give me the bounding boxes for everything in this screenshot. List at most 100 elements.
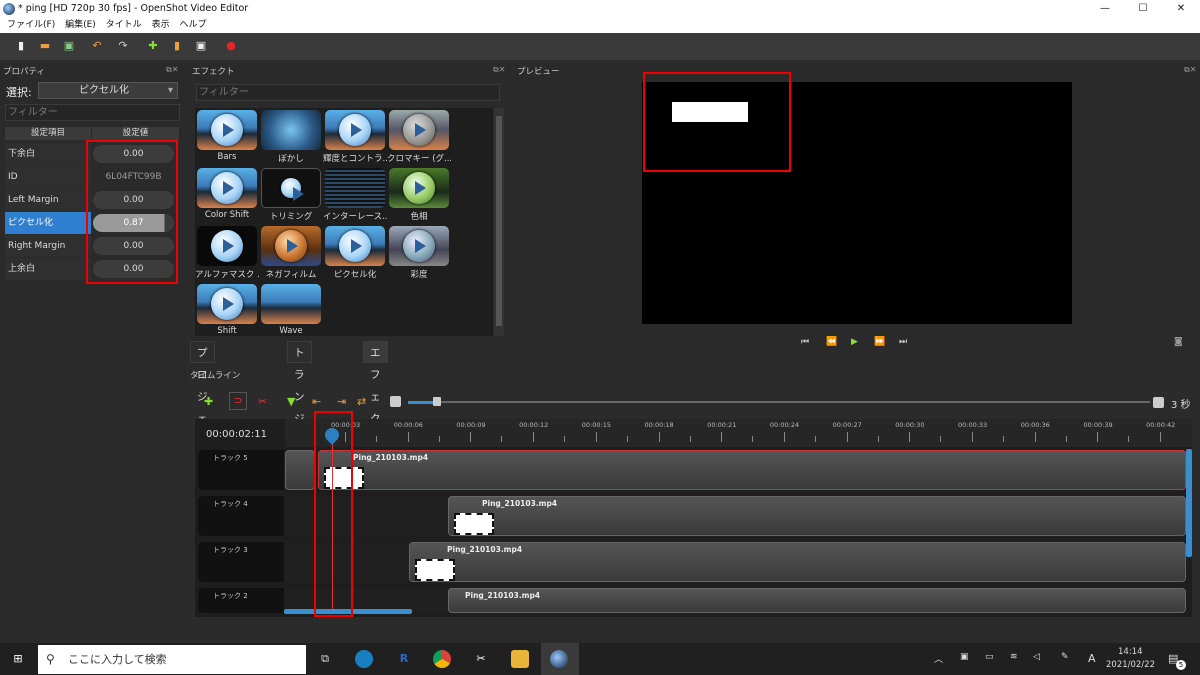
properties-filter-input[interactable]: フィルター [5,104,180,121]
prop-row-name[interactable]: 下余白 [5,143,91,165]
jump-end-button[interactable]: ⏭ [899,337,907,347]
center-timeline-icon[interactable]: ⇄ [357,395,366,408]
prop-row-name[interactable]: Right Margin [5,235,91,257]
effect-item[interactable]: Wave [259,282,321,336]
prop-row-name[interactable]: ID [5,166,91,188]
app-r-icon[interactable]: R [395,650,413,668]
undo-icon[interactable]: ↶ [90,39,104,53]
volume-icon[interactable]: ◁ [1033,652,1040,662]
effect-item[interactable]: アルファマスク ... [195,224,259,281]
tab-project-files[interactable]: プロジェクトファイル [190,341,215,557]
tab-transitions[interactable]: トランジション [287,341,312,491]
effect-item[interactable]: 彩度 [387,224,449,281]
ruler-tick-label: 00:00:30 [895,421,925,429]
redo-icon[interactable]: ↷ [116,39,130,53]
wifi-icon[interactable]: ≋ [1010,652,1018,662]
effects-filter-input[interactable]: フィルター [196,84,500,101]
snapping-icon[interactable]: ⊃ [229,392,247,410]
effect-item[interactable]: Color Shift [195,166,257,223]
menu-edit[interactable]: 編集(E) [65,18,96,33]
track-name: トラック 5 [213,454,248,462]
tab-effects[interactable]: エフェクト [363,341,388,447]
ruler-tick-label: 00:00:06 [393,421,423,429]
taskbar-search-input[interactable]: ここに入力して検索 [38,645,306,674]
menu-file[interactable]: ファイル(F) [7,18,55,33]
timeline-clip[interactable]: Ping_210103.mp4 [318,450,1186,490]
effect-item[interactable]: Shift [195,282,257,336]
effect-item[interactable]: ネガフィルム [259,224,321,281]
track-header[interactable]: トラック 2 [198,588,284,613]
import-files-icon[interactable]: ✚ [146,39,160,53]
camera-icon[interactable]: ◙ [1174,337,1183,347]
properties-dock-buttons[interactable]: ⧉✕ [166,65,178,75]
profile-icon[interactable]: ▮ [170,39,184,53]
effect-item[interactable]: インターレース... [323,166,387,223]
fast-forward-button[interactable]: ⏩ [874,337,885,347]
menu-title[interactable]: タイトル [106,18,142,33]
timeline-clip[interactable]: Ping_210103.mp4 [409,542,1186,582]
effect-item[interactable]: ピクセル化 [323,224,385,281]
effect-item[interactable]: クロマキー (グ... [387,108,451,165]
scroll-thumb[interactable] [496,116,502,326]
zoom-icon[interactable] [390,396,401,407]
current-time: 00:00:02:11 [206,429,268,440]
razor-icon[interactable]: ✂ [258,395,267,408]
effects-dock-buttons[interactable]: ⧉✕ [493,65,505,75]
track-header[interactable]: トラック 3 [198,542,284,582]
clock-date[interactable]: 2021/02/22 [1106,660,1155,670]
prop-row-name[interactable]: Left Margin [5,189,91,211]
open-project-icon[interactable]: ▬ [38,39,52,53]
play-button[interactable]: ▶ [851,337,858,347]
fullscreen-icon[interactable]: ▣ [194,39,208,53]
menu-help[interactable]: ヘルプ [179,18,206,33]
chrome-icon[interactable] [433,650,451,668]
track-header[interactable]: トラック 5 [198,450,284,490]
task-view-icon[interactable]: ⧉ [316,650,334,668]
clip-small[interactable] [285,450,315,490]
windows-start-icon[interactable]: ⊞ [9,650,27,668]
zoom-checkbox[interactable] [1153,397,1164,408]
effect-item[interactable]: 輝度とコントラ... [323,108,387,165]
effect-item[interactable]: トリミング [259,166,321,223]
prop-row-name-selected[interactable]: ピクセル化 [5,212,91,234]
timeline-clip[interactable]: Ping_210103.mp4 [448,588,1186,613]
timeline-clip[interactable]: Ping_210103.mp4 [448,496,1186,536]
rewind-button[interactable]: ⏪ [826,337,837,347]
preview-dock-buttons[interactable]: ⧉✕ [1184,65,1196,75]
zoom-slider-handle[interactable] [433,397,441,406]
new-project-icon[interactable]: ▮ [14,39,28,53]
battery-icon[interactable]: ▭ [985,652,994,662]
export-video-icon[interactable]: ● [224,39,238,53]
select-dropdown[interactable]: ピクセル化 ▾ [38,82,178,99]
timeline-vscrollbar[interactable] [1186,449,1192,557]
save-project-icon[interactable]: ▣ [62,39,76,53]
jump-start-button[interactable]: ⏮ [801,337,809,347]
close-button[interactable]: ✕ [1162,0,1200,18]
track-header[interactable]: トラック 4 [198,496,284,536]
add-track-icon[interactable]: ✚ [204,395,213,408]
chevron-down-icon: ▾ [167,85,173,96]
add-marker-icon[interactable]: ▼ [287,395,295,408]
menu-view[interactable]: 表示 [152,18,170,33]
maximize-button[interactable]: ☐ [1124,0,1162,18]
ime-indicator[interactable]: A [1088,652,1096,665]
notification-count-badge: 5 [1176,660,1186,670]
prop-row-name[interactable]: 上余白 [5,258,91,280]
tray-chevron-icon[interactable]: ︿ [934,652,943,665]
clock-time[interactable]: 14:14 [1118,647,1143,657]
highlight-box-playhead [314,411,353,617]
file-explorer-icon[interactable] [511,650,529,668]
previous-marker-icon[interactable]: ⇤ [312,395,321,408]
tray-app-icon[interactable]: ▣ [960,652,969,662]
effect-item[interactable]: 色相 [387,166,449,223]
next-marker-icon[interactable]: ⇥ [337,395,346,408]
zoom-slider-track[interactable] [438,401,1150,403]
minimize-button[interactable]: — [1086,0,1124,18]
openshot-icon[interactable] [550,650,568,668]
effect-item[interactable]: ぼかし [259,108,321,165]
snipping-tool-icon[interactable]: ✂ [472,650,490,668]
edge-icon[interactable] [355,650,373,668]
effect-item[interactable]: Bars [195,108,257,165]
effects-scrollbar[interactable] [494,108,504,336]
pen-icon[interactable]: ✎ [1061,652,1069,662]
